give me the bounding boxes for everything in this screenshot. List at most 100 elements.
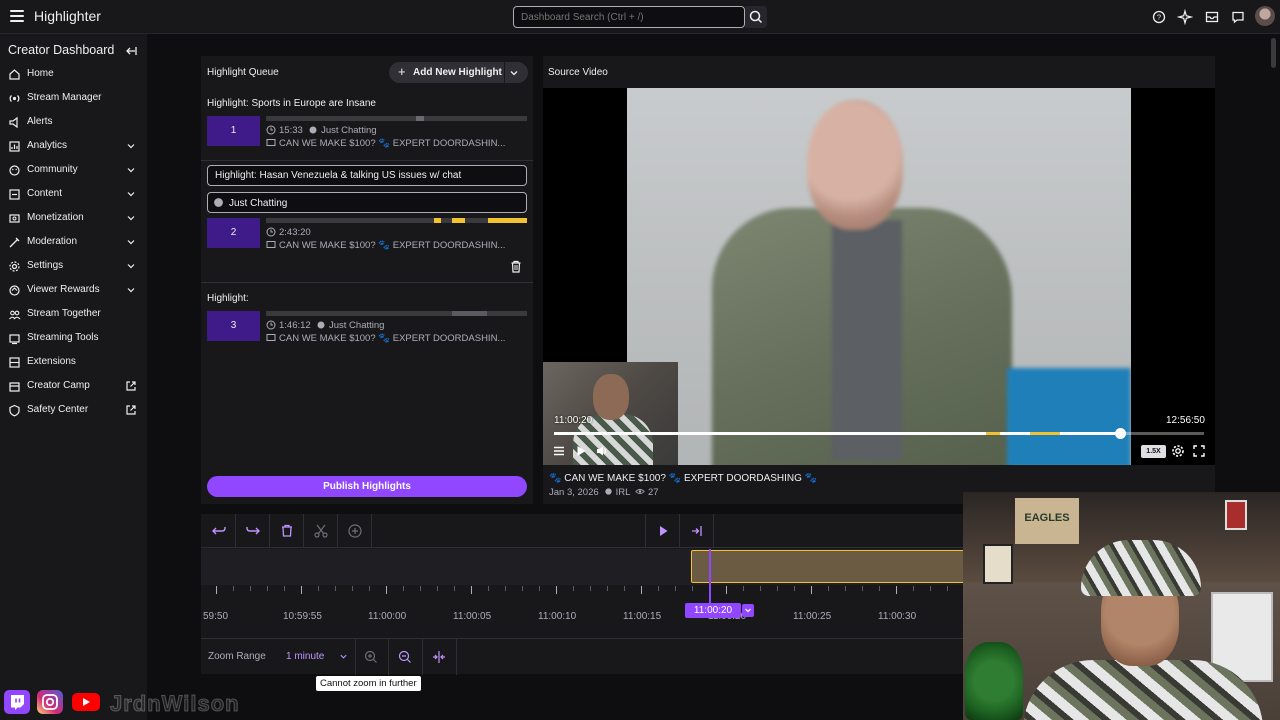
ruler-tick: [811, 586, 812, 594]
highlight-progress-bar: [266, 116, 527, 121]
chevron-down-icon[interactable]: [742, 604, 754, 617]
ruler-tick: [403, 586, 404, 591]
sidebar-item-label: Stream Together: [27, 308, 101, 319]
ruler-tick: [216, 586, 217, 594]
sidebar-item-alerts[interactable]: Alerts: [0, 112, 147, 134]
chevron-down-icon: [127, 192, 135, 197]
seek-handle[interactable]: [1114, 428, 1126, 439]
sidebar-item-extensions[interactable]: Extensions: [0, 352, 147, 374]
inbox-icon[interactable]: [1204, 9, 1220, 25]
current-time: 11:00:20: [554, 415, 593, 426]
sidebar-item-content[interactable]: Content: [0, 184, 147, 206]
play-icon[interactable]: [652, 520, 674, 542]
app-title: Highlighter: [34, 8, 101, 24]
highlight-progress-bar: [266, 218, 527, 223]
fit-to-view-icon[interactable]: [428, 646, 450, 668]
seek-bar[interactable]: [554, 428, 1204, 439]
chapters-icon[interactable]: [552, 444, 566, 458]
sidebar-item-community[interactable]: Community: [0, 160, 147, 182]
ruler-tick: [471, 586, 472, 594]
ruler-tick: [590, 586, 591, 591]
chevron-down-icon[interactable]: [509, 68, 519, 78]
analytics-icon: [9, 141, 20, 152]
ruler-tick: [777, 586, 778, 591]
playhead[interactable]: [709, 549, 711, 611]
zoom-tooltip: Cannot zoom in further: [316, 676, 421, 691]
chevron-down-icon: [127, 264, 135, 269]
sidebar-item-creator-camp[interactable]: Creator Camp: [0, 376, 147, 398]
sidebar-item-moderation[interactable]: Moderation: [0, 232, 147, 254]
sidebar-item-safety-center[interactable]: Safety Center: [0, 400, 147, 422]
delete-icon[interactable]: [276, 520, 298, 542]
settings-icon: [9, 261, 20, 272]
ruler-tick: [267, 586, 268, 591]
ruler-tick: [675, 586, 676, 591]
zoom-out-icon[interactable]: [394, 646, 416, 668]
ruler-tick: [896, 586, 897, 594]
sidebar-item-viewer-rewards[interactable]: Viewer Rewards: [0, 280, 147, 302]
ruler-tick: [573, 586, 574, 591]
page-scrollbar[interactable]: [1270, 36, 1277, 491]
ruler-tick: [947, 586, 948, 591]
menu-icon[interactable]: [7, 6, 27, 26]
sparkle-icon[interactable]: [1177, 9, 1193, 25]
category-icon: [317, 321, 325, 329]
sidebar-item-stream-together[interactable]: Stream Together: [0, 304, 147, 326]
video-player[interactable]: 11:00:20 12:56:50 1.5X: [543, 88, 1215, 465]
sidebar-item-label: Content: [27, 188, 63, 199]
scissors-icon[interactable]: [310, 520, 332, 542]
publish-highlights-button[interactable]: Publish Highlights: [207, 476, 527, 497]
clock-icon: [266, 125, 276, 135]
highlight-title-input[interactable]: [207, 165, 527, 186]
ruler-tick-label: 10:59:55: [283, 611, 322, 622]
external-link-icon: [126, 405, 136, 415]
sidebar-item-analytics[interactable]: Analytics: [0, 136, 147, 158]
zoom-in-icon[interactable]: [360, 646, 382, 668]
volume-icon[interactable]: [595, 444, 609, 458]
delete-highlight-icon[interactable]: [510, 260, 522, 273]
content-icon: [9, 189, 20, 200]
sidebar-title: Creator Dashboard: [8, 43, 115, 57]
zoom-range-select[interactable]: 1 minute: [279, 645, 351, 667]
video-frame: [627, 88, 1131, 465]
gear-icon[interactable]: [1171, 444, 1185, 458]
sidebar-item-monetization[interactable]: Monetization: [0, 208, 147, 230]
sidebar-item-settings[interactable]: Settings: [0, 256, 147, 278]
fullscreen-icon[interactable]: [1192, 444, 1206, 458]
sidebar-item-streaming-tools[interactable]: Streaming Tools: [0, 328, 147, 350]
jump-to-playhead-icon[interactable]: [686, 520, 708, 542]
twitch-icon: [4, 690, 30, 714]
ruler-tick: [641, 586, 642, 594]
stream-manager-icon: [9, 95, 20, 102]
user-avatar[interactable]: [1255, 6, 1275, 26]
highlight-progress-bar: [266, 311, 527, 316]
highlight-stream-title: CAN WE MAKE $100? 🐾 EXPERT DOORDASHIN...: [266, 240, 505, 251]
clock-icon: [266, 227, 276, 237]
sidebar-item-label: Alerts: [27, 116, 53, 127]
category-icon: [605, 488, 612, 495]
search-input[interactable]: [513, 6, 745, 28]
sidebar-item-label: Extensions: [27, 356, 76, 367]
collapse-sidebar-icon[interactable]: [124, 44, 138, 58]
help-icon[interactable]: ?: [1151, 9, 1167, 25]
sidebar-item-stream-manager[interactable]: Stream Manager: [0, 88, 147, 110]
highlight-number: 1: [207, 116, 260, 146]
zoom-range-label: Zoom Range: [208, 651, 266, 662]
play-icon[interactable]: [574, 444, 588, 458]
playhead-time[interactable]: 11:00:20: [685, 603, 741, 618]
add-new-highlight-button[interactable]: + Add New Highlight: [389, 62, 528, 83]
home-icon: [9, 69, 20, 80]
chat-icon[interactable]: [1230, 9, 1246, 25]
ruler-tick-label: 11:00:05: [453, 611, 492, 622]
redo-icon[interactable]: [242, 520, 264, 542]
playback-speed[interactable]: 1.5X: [1141, 445, 1166, 458]
highlight-clip[interactable]: [691, 550, 981, 583]
category-select[interactable]: Just Chatting: [207, 192, 527, 213]
undo-icon[interactable]: [208, 520, 230, 542]
sidebar-item-home[interactable]: Home: [0, 64, 147, 86]
ruler-tick: [335, 586, 336, 591]
sidebar-item-label: Creator Camp: [27, 380, 90, 391]
search-button[interactable]: [745, 6, 767, 28]
add-clip-icon[interactable]: [344, 520, 366, 542]
divider: [201, 282, 533, 283]
